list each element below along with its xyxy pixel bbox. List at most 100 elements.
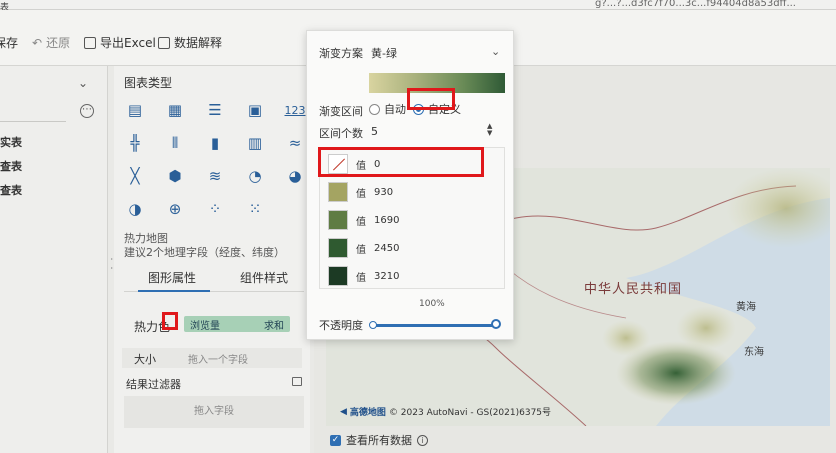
data-explain-button[interactable]: 数据解释	[158, 34, 222, 51]
step-row[interactable]: 值 2450	[320, 234, 506, 262]
step-color-swatch[interactable]	[328, 182, 348, 202]
map-sea-label-yellow: 黄海	[736, 302, 756, 313]
globe-icon[interactable]: ⊕	[164, 199, 186, 219]
divider	[0, 121, 66, 122]
more-icon[interactable]: ⋯	[80, 104, 94, 118]
gauge-icon[interactable]: ◔	[244, 166, 266, 186]
url-text: g?...?...d3fc7f70...3c...f94404d8a53dff.…	[595, 0, 796, 9]
heat-field-agg: 求和	[264, 320, 284, 332]
pie-icon[interactable]: ◕	[284, 166, 306, 186]
view-all-label: 查看所有数据	[346, 434, 412, 447]
left-item-2[interactable]: 查表	[0, 158, 22, 174]
step-color-swatch[interactable]	[328, 210, 348, 230]
step-value[interactable]: 930	[374, 187, 393, 198]
wave-icon[interactable]: ≈	[284, 133, 306, 153]
chevron-down-icon[interactable]: ⌄	[491, 45, 500, 58]
stacked-column-icon[interactable]: ▥	[244, 133, 266, 153]
step-value[interactable]: 2450	[374, 243, 399, 254]
step-value[interactable]: 3210	[374, 271, 399, 282]
opacity-slider-track[interactable]	[373, 324, 499, 327]
step-value[interactable]: 1690	[374, 215, 399, 226]
bar-grid-icon[interactable]: ╬	[124, 133, 146, 153]
map-country-label: 中华人民共和国	[584, 282, 683, 297]
chart-type-panel: 图表类型 ▤ ▦ ☰ ▣ 123 ╬ ⦀ ▮ ▥ ≈ ╳ ⬢ ≋ ◔ ◕ ◑ ⊕…	[114, 66, 310, 453]
opacity-label: 不透明度	[319, 319, 363, 332]
chart-type-title: 图表类型	[124, 76, 173, 90]
step-row[interactable]: 值 1690	[320, 206, 506, 234]
column-chart-icon[interactable]: ▮	[204, 133, 226, 153]
chart-type-name: 热力地图	[124, 232, 168, 245]
annotation-box-heat-color	[162, 312, 178, 330]
heat-field-name: 浏览量	[190, 320, 220, 332]
tab-component-style[interactable]: 组件样式	[240, 269, 288, 286]
step-label: 值	[356, 244, 366, 256]
number-icon[interactable]: 123	[284, 100, 306, 120]
line-icon[interactable]: ╳	[124, 166, 146, 186]
interval-auto-label: 自动	[384, 103, 406, 116]
result-filter-title: 结果过滤器	[126, 378, 181, 391]
map-copyright: © 2023 AutoNavi - GS(2021)6375号	[388, 408, 552, 418]
export-icon	[84, 36, 96, 49]
map-sea-label-east: 东海	[744, 347, 764, 358]
scheme-label: 渐变方案	[319, 47, 363, 60]
chart-type-grid: ▤ ▦ ☰ ▣ 123 ╬ ⦀ ▮ ▥ ≈ ╳ ⬢ ≋ ◔ ◕ ◑ ⊕ ⁘ ⁙	[124, 100, 314, 219]
size-drop-zone[interactable]: 大小 拖入一个字段	[122, 348, 302, 368]
step-label: 值	[356, 188, 366, 200]
count-label: 区间个数	[319, 127, 363, 140]
revert-button[interactable]: ↶ 还原	[32, 34, 70, 51]
count-stepper[interactable]: ▲ ▼	[487, 123, 492, 137]
step-color-swatch[interactable]	[328, 238, 348, 258]
opacity-value: 100%	[419, 299, 445, 309]
scheme-select[interactable]: 黄-绿	[371, 45, 397, 61]
annotation-box-custom	[407, 88, 455, 110]
size-label: 大小	[134, 353, 156, 366]
filter-drop-zone[interactable]: 拖入字段	[124, 396, 304, 428]
revert-label: 还原	[46, 36, 71, 50]
left-item-3[interactable]: 查表	[0, 182, 22, 198]
map-brand: 高德地图	[349, 408, 386, 418]
list-table-icon[interactable]: ☰	[204, 100, 226, 120]
interval-auto-radio[interactable]: 自动	[369, 101, 406, 117]
step-label: 值	[356, 272, 366, 284]
interval-label: 渐变区间	[319, 105, 363, 118]
slider-start-marker	[369, 321, 377, 329]
step-color-swatch[interactable]	[328, 266, 348, 286]
donut-icon[interactable]: ◑	[124, 199, 146, 219]
chart-type-description: 热力地图 建议2个地理字段（经度、纬度）	[124, 232, 285, 260]
chart-type-hint: 建议2个地理字段（经度、纬度）	[124, 246, 285, 259]
hexagon-icon[interactable]: ⬢	[164, 166, 186, 186]
info-icon[interactable]: i	[417, 434, 428, 446]
crosstab-icon[interactable]: ▦	[164, 100, 186, 120]
view-all-checkbox[interactable]: ✓	[330, 434, 341, 446]
left-item-1[interactable]: 实表	[0, 134, 22, 150]
annotation-box-first-step	[318, 147, 484, 177]
undo-icon: ↶	[32, 35, 43, 50]
chevron-down-icon[interactable]: ⌄	[78, 76, 88, 90]
grouped-bar-icon[interactable]: ⦀	[164, 133, 186, 153]
map-logo-icon: ◀	[340, 406, 347, 417]
area-icon[interactable]: ≋	[204, 166, 226, 186]
export-label: 导出Excel	[100, 36, 156, 50]
property-tabs: 图形属性 组件样式	[124, 262, 304, 292]
export-excel-button[interactable]: 导出Excel	[84, 34, 156, 51]
tab-shape-properties[interactable]: 图形属性	[148, 269, 196, 286]
count-input[interactable]: 5	[371, 125, 378, 138]
save-label: 保存	[0, 36, 19, 50]
view-all-data[interactable]: ✓ 查看所有数据 i	[330, 432, 428, 448]
card-icon[interactable]: ▣	[244, 100, 266, 120]
opacity-slider-thumb[interactable]	[491, 319, 501, 329]
filter-lock-icon[interactable]	[292, 377, 302, 386]
map-attribution: ◀ 高德地图 © 2023 AutoNavi - GS(2021)6375号	[340, 405, 552, 419]
gradient-settings-popup: 渐变方案 黄-绿 ⌄ 渐变区间 自动 自定义 区间个数 5 ▲ ▼ 值 0 值 9…	[306, 30, 514, 340]
step-row[interactable]: 值 3210	[320, 262, 506, 290]
active-tab-indicator	[138, 290, 210, 292]
radio-icon	[369, 103, 380, 115]
scatter-icon[interactable]: ⁘	[204, 199, 226, 219]
heat-color-field[interactable]: 浏览量 求和	[184, 316, 290, 332]
table-icon[interactable]: ▤	[124, 100, 146, 120]
save-button[interactable]: 保存	[0, 34, 18, 51]
step-row[interactable]: 值 930	[320, 178, 506, 206]
explain-icon	[158, 36, 170, 49]
left-panel: ⌄ ⋯ 实表 查表 查表	[0, 66, 108, 453]
bubble-icon[interactable]: ⁙	[244, 199, 266, 219]
